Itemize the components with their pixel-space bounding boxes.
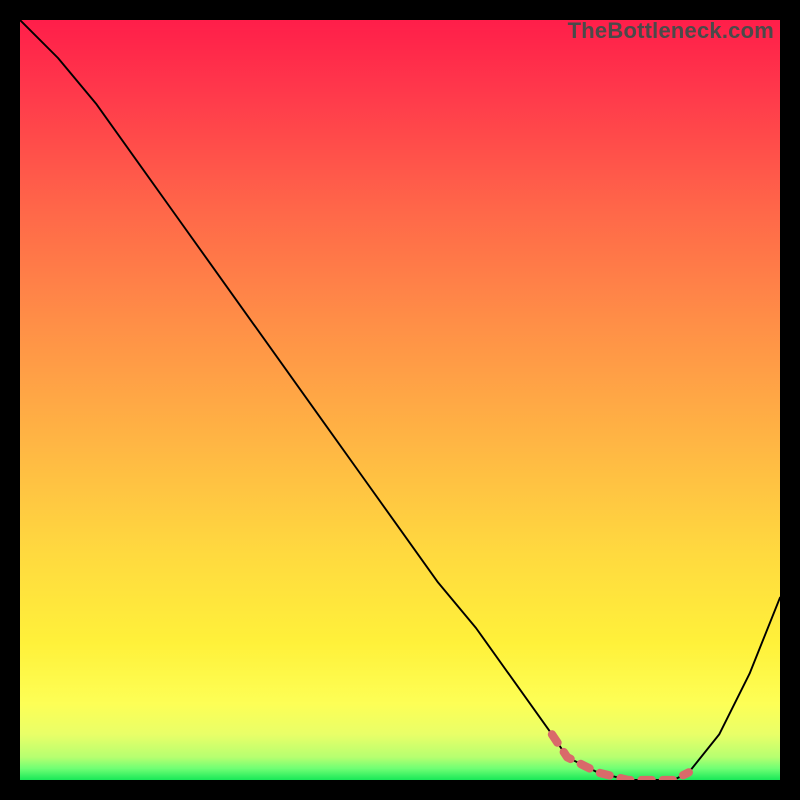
outer-frame: TheBottleneck.com: [0, 0, 800, 800]
chart-plot-area: [20, 20, 780, 780]
main-curve: [20, 20, 780, 780]
watermark-text: TheBottleneck.com: [568, 18, 774, 44]
highlight-segment: [552, 734, 689, 780]
chart-curve-layer: [20, 20, 780, 780]
